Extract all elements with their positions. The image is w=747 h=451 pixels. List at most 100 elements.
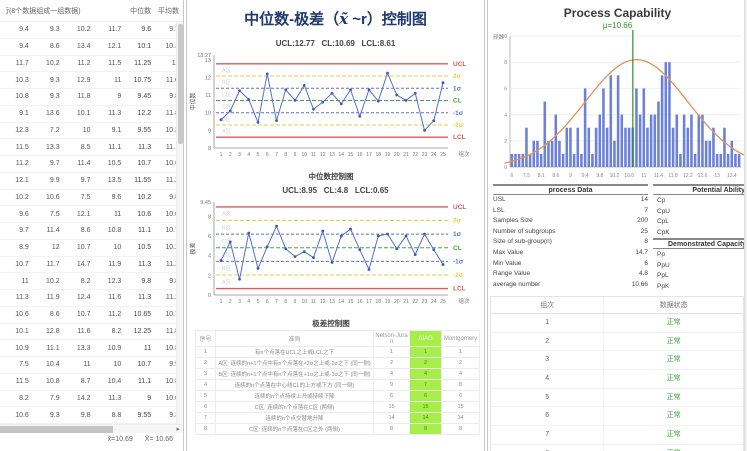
table-row: 12.37.2109.19.5510.3: [0, 123, 183, 140]
data-table-panel: 行(8个数据组成一组数据) 中位数 平均数 9.49.310.211.79.69…: [0, 0, 184, 451]
svg-text:2σ: 2σ: [453, 73, 462, 80]
demonstrated-capacity-title: Demonstrated Capacity: [653, 238, 747, 249]
svg-text:17: 17: [366, 152, 372, 158]
status-table-header: 组次 数据状态: [491, 297, 743, 314]
svg-text:8.1: 8.1: [538, 173, 545, 179]
rule-row: 2A区: 连续的n+1个点中有n个点落在+2σ之上或-2σ之下 (同一侧)222: [196, 358, 480, 369]
svg-text:21: 21: [403, 152, 409, 158]
status-row: 2正常: [491, 333, 743, 352]
process-data-row: Min Value6: [493, 259, 648, 270]
table-row: 11.311.912.411.611.311.2: [0, 290, 183, 307]
status-row: 5正常: [491, 389, 743, 408]
svg-text:7: 7: [275, 152, 278, 158]
process-data-title: process Data: [493, 184, 648, 195]
svg-text:2: 2: [229, 299, 232, 305]
svg-text:3: 3: [238, 299, 241, 305]
svg-text:10: 10: [301, 299, 307, 305]
horizontal-scrollbar[interactable]: ▸: [0, 424, 184, 433]
svg-text:6: 6: [504, 86, 507, 92]
rule-row: 4连续的n个点落在中心线CL的上方或下方 (同一侧)978: [196, 380, 480, 391]
table-row: 10.210.67.59.610.29.8: [0, 190, 183, 207]
svg-text:1σ: 1σ: [453, 231, 462, 238]
svg-text:1: 1: [220, 299, 223, 305]
svg-text:6: 6: [266, 299, 269, 305]
vertical-scrollbar-thumb[interactable]: [178, 24, 183, 144]
x-tilde-symbol: x̃: [339, 10, 348, 28]
svg-text:CL: CL: [453, 98, 462, 105]
status-row: 3正常: [491, 351, 743, 370]
svg-text:24: 24: [431, 299, 437, 305]
table-row: 10.69.39.88.89.559.3: [0, 407, 183, 424]
potential-ability-rows: CpCpUCpLCpK: [657, 196, 737, 238]
svg-text:A区: A区: [222, 128, 232, 135]
vertical-scrollbar[interactable]: [176, 22, 183, 424]
process-data-row: Number of subgroups25: [493, 227, 648, 238]
svg-text:8: 8: [284, 299, 287, 305]
table-row: 7.510.4111010.79.9: [0, 357, 183, 374]
svg-text:18: 18: [375, 152, 381, 158]
svg-text:LCL: LCL: [453, 134, 466, 141]
svg-text:12: 12: [320, 299, 326, 305]
svg-text:频数: 频数: [493, 33, 505, 41]
svg-text:12: 12: [205, 75, 211, 81]
table-row: 11.710.211.211.511.2511: [0, 56, 183, 73]
summary-stats: x̃=10.69X̄= 10.66: [96, 436, 173, 443]
mean-column-header: 平均数: [155, 6, 183, 16]
svg-text:14: 14: [338, 152, 344, 158]
median-control-chart: 891011121313.27UCL2σ1σCL-1σ-2σLCLA区B区C区C…: [187, 50, 485, 182]
svg-text:11: 11: [641, 173, 646, 179]
status-row: 1正常: [491, 314, 743, 333]
svg-text:CL: CL: [453, 245, 462, 252]
rule-row: 1有n个点落在UCL之上或LCL之下111: [196, 347, 480, 358]
svg-text:9.45: 9.45: [200, 200, 211, 206]
scroll-right-arrow-icon[interactable]: ▸: [176, 425, 180, 434]
capability-panel: Process Capability μ=10.66 0246810频数67.5…: [487, 0, 747, 451]
svg-text:B区: B区: [222, 224, 232, 231]
svg-text:22: 22: [412, 299, 418, 305]
svg-text:11: 11: [205, 93, 211, 99]
svg-text:极差: 极差: [189, 242, 197, 254]
page-title: 中位数-极差（x̃ ~r）控制图: [187, 8, 484, 29]
control-chart-panel: 中位数-极差（x̃ ~r）控制图 UCL:12.77 CL:10.69 LCL:…: [186, 0, 485, 451]
svg-text:19: 19: [385, 299, 391, 305]
svg-text:UCL: UCL: [453, 204, 466, 211]
svg-text:3: 3: [238, 152, 241, 158]
svg-text:10.6: 10.6: [624, 173, 634, 179]
svg-text:22: 22: [412, 152, 418, 158]
svg-text:2: 2: [229, 152, 232, 158]
svg-text:7.5: 7.5: [523, 173, 530, 179]
svg-text:4: 4: [247, 299, 250, 305]
group-header-label: 行(8个数据组成一组数据): [6, 6, 129, 16]
svg-text:10: 10: [301, 152, 307, 158]
table-row: 8.91210.71010.510.2: [0, 240, 183, 257]
svg-text:-1σ: -1σ: [453, 110, 464, 117]
demonstrated-capacity-rows: PpPpUPpLPpK: [657, 250, 737, 292]
svg-text:18: 18: [375, 299, 381, 305]
svg-text:9: 9: [208, 128, 211, 134]
svg-text:极差控制图: 极差控制图: [312, 318, 350, 328]
table-row: 11.513.38.511.111.311.1: [0, 139, 183, 156]
svg-text:5: 5: [257, 299, 260, 305]
rule-row: 8C区: 连续的n个点落在C区之外 (两侧)888: [196, 424, 480, 435]
svg-text:9.4: 9.4: [582, 173, 589, 179]
capability-title: Process Capability: [488, 6, 747, 20]
process-data-row: Size of sub-group(n)8: [493, 237, 648, 248]
left-table-body: 9.49.310.211.79.69.79.48.613.412.110.110…: [0, 22, 183, 424]
status-row: 4正常: [491, 370, 743, 389]
horizontal-scrollbar-thumb[interactable]: [0, 426, 113, 433]
table-row: 9.49.310.211.79.69.7: [0, 22, 183, 39]
range-chart-limits: UCL:8.95 CL:4.8 LCL:0.65: [187, 186, 484, 195]
svg-text:8.6: 8.6: [552, 173, 559, 179]
svg-text:13: 13: [329, 152, 335, 158]
table-row: 9.113.610.111.312.211.8: [0, 106, 183, 123]
svg-text:LCL: LCL: [453, 286, 466, 293]
process-data-row: Samples Size200: [493, 216, 648, 227]
svg-text:A区: A区: [222, 211, 232, 218]
svg-text:21: 21: [403, 299, 409, 305]
process-data-row: Range Value4.8: [493, 269, 648, 280]
svg-text:11.4: 11.4: [654, 173, 664, 179]
svg-text:9.8: 9.8: [596, 173, 603, 179]
table-row: 10.711.714.711.911.311.2: [0, 257, 183, 274]
svg-text:13: 13: [714, 173, 720, 179]
svg-text:9: 9: [294, 152, 297, 158]
